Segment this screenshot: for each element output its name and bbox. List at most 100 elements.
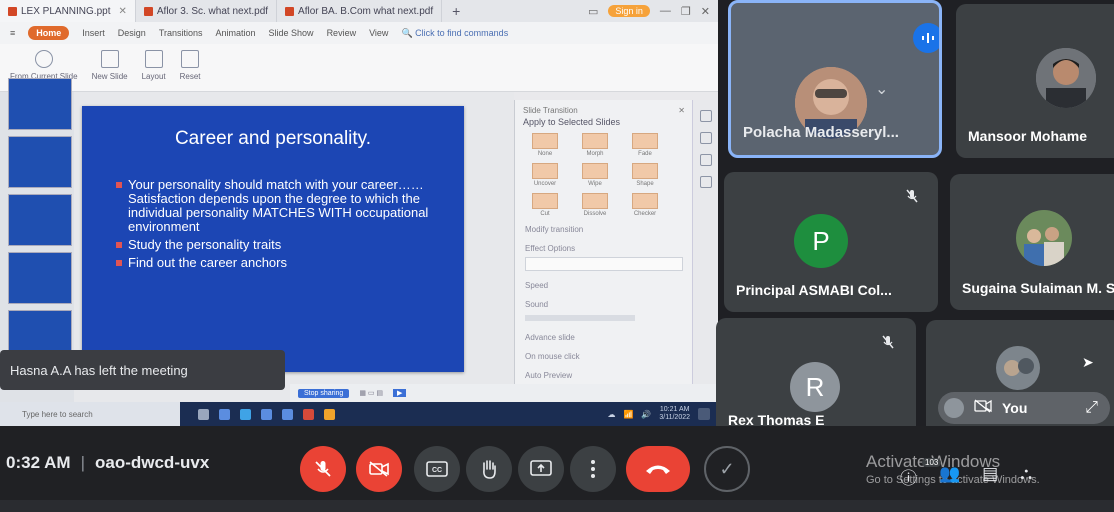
effect-options-label: Effect Options	[525, 244, 576, 253]
sign-in-button[interactable]: Sign in	[608, 5, 650, 17]
advance-slide-label: Advance slide	[525, 333, 575, 342]
participant-tile-sugaina[interactable]: Sugaina Sulaiman M. S	[950, 174, 1114, 310]
participant-tile-rex[interactable]: R Rex Thomas E	[716, 318, 916, 438]
slide-bullet: Your personality should match with your …	[116, 178, 461, 234]
participant-avatar: R	[790, 362, 840, 412]
add-tab-button[interactable]: +	[442, 3, 470, 19]
camera-toggle-button[interactable]	[356, 446, 402, 492]
participant-tile-polacha[interactable]: ⌄ Polacha Madasseryl...	[728, 0, 942, 158]
info-icon[interactable]: ⓘ	[900, 464, 917, 489]
notification-icon[interactable]	[698, 408, 710, 420]
expand-icon[interactable]: ⤢	[1085, 399, 1098, 417]
activities-icon[interactable]: ⛬	[1020, 464, 1032, 489]
camera-off-icon[interactable]	[974, 398, 992, 418]
effect-dissolve[interactable]: Dissolve	[575, 193, 615, 217]
view-icons[interactable]: ▦ ▭ ▤	[359, 389, 383, 397]
taskbar-edge	[0, 500, 1114, 512]
chat-icon[interactable]: ▤	[982, 464, 998, 489]
participant-tile-principal[interactable]: P Principal ASMABI Col...	[724, 172, 938, 312]
slide-thumbnail[interactable]	[8, 78, 72, 130]
ribbon-tab-transitions[interactable]: Transitions	[159, 28, 203, 38]
file-explorer-icon[interactable]	[219, 408, 230, 420]
volume-icon[interactable]: 🔊	[641, 410, 651, 419]
store-icon[interactable]	[261, 408, 272, 420]
stop-sharing-button[interactable]: Stop sharing	[298, 388, 350, 398]
close-icon[interactable]: ✕	[118, 6, 126, 17]
close-window-button[interactable]: ✕	[701, 5, 710, 18]
menu-icon[interactable]: ≡	[10, 28, 15, 38]
cloud-icon[interactable]: ☁	[607, 410, 615, 419]
effect-checker[interactable]: Checker	[625, 193, 665, 217]
slide-thumbnail[interactable]	[8, 252, 72, 304]
effect-shape[interactable]: Shape	[625, 163, 665, 187]
transition-effects: None Morph Fade Uncover Wipe Shape Cut D…	[515, 133, 693, 217]
ribbon-tab-review[interactable]: Review	[327, 28, 357, 38]
ribbon-tab-home[interactable]: Home	[28, 26, 70, 40]
wifi-icon[interactable]: 📶	[623, 410, 633, 419]
minimize-button[interactable]: —	[660, 5, 671, 17]
reset-button[interactable]: Reset	[180, 50, 201, 81]
on-mouse-click-checkbox[interactable]: On mouse click	[515, 344, 693, 363]
transition-icon[interactable]	[700, 110, 712, 122]
chrome-icon[interactable]	[324, 408, 335, 420]
status-bar: Stop sharing ▦ ▭ ▤ ▶	[290, 384, 718, 402]
raise-hand-button[interactable]	[466, 446, 512, 492]
doc-tab-bsc-pdf[interactable]: Aflor 3. Sc. what next.pdf	[136, 0, 278, 22]
self-name: You	[1002, 400, 1028, 416]
slide-thumbnail[interactable]	[8, 136, 72, 188]
taskbar-search[interactable]: Type here to search	[0, 402, 180, 426]
settings-icon[interactable]	[700, 176, 712, 188]
close-icon[interactable]: ✕	[678, 106, 685, 115]
present-screen-button[interactable]	[518, 446, 564, 492]
edge-icon[interactable]	[240, 408, 251, 420]
effect-fade[interactable]: Fade	[625, 133, 665, 157]
mic-toggle-button[interactable]	[300, 446, 346, 492]
new-slide-button[interactable]: New Slide	[92, 50, 128, 81]
mail-icon[interactable]	[282, 408, 293, 420]
animation-icon[interactable]	[700, 132, 712, 144]
current-slide[interactable]: Career and personality. Your personality…	[82, 106, 464, 372]
effect-morph[interactable]: Morph	[575, 133, 615, 157]
format-icon[interactable]	[700, 154, 712, 166]
participant-avatar: P	[794, 214, 848, 268]
layout-icon[interactable]: ▭	[588, 5, 598, 18]
participant-tile-mansoor[interactable]: Mansoor Mohame	[956, 4, 1114, 158]
ribbon-tab-design[interactable]: Design	[118, 28, 146, 38]
auto-preview-checkbox[interactable]: Auto Preview	[515, 363, 693, 382]
ribbon-tab-insert[interactable]: Insert	[82, 28, 105, 38]
taskbar-clock[interactable]: 10:21 AM 3/11/2022	[659, 406, 690, 422]
maximize-button[interactable]: ❐	[681, 5, 691, 18]
command-search[interactable]: 🔍 Click to find commands	[401, 28, 508, 39]
captions-button[interactable]: CC	[414, 446, 460, 492]
effect-none[interactable]: None	[525, 133, 565, 157]
doc-tab-bcom-pdf[interactable]: Aflor BA. B.Com what next.pdf	[277, 0, 443, 22]
participant-tile-you[interactable]: ➤ You ⤢	[926, 320, 1114, 436]
from-current-slide-button[interactable]: From Current Slide	[10, 50, 78, 81]
effect-wipe[interactable]: Wipe	[575, 163, 615, 187]
ribbon-toolbar: From Current Slide New Slide Layout Rese…	[0, 44, 718, 92]
layout-button[interactable]: Layout	[142, 50, 166, 81]
people-icon[interactable]: 👥	[939, 464, 960, 489]
task-view-icon[interactable]	[198, 408, 209, 420]
slideshow-icon[interactable]: ▶	[393, 389, 407, 397]
effect-options-select[interactable]	[525, 257, 683, 271]
participant-avatar	[1016, 210, 1072, 266]
more-vert-icon	[591, 460, 595, 478]
participant-name: Mansoor Mohame	[968, 128, 1088, 144]
slide-bullet: Find out the career anchors	[116, 256, 461, 270]
effect-uncover[interactable]: Uncover	[525, 163, 565, 187]
svg-text:CC: CC	[432, 467, 442, 474]
more-options-button[interactable]	[570, 446, 616, 492]
activity-check-button[interactable]: ✓	[704, 446, 750, 492]
participant-avatar	[996, 346, 1040, 390]
slide-thumbnail[interactable]	[8, 194, 72, 246]
leave-call-button[interactable]	[626, 446, 690, 492]
ribbon-tab-animation[interactable]: Animation	[216, 28, 256, 38]
ribbon-tab-slideshow[interactable]: Slide Show	[269, 28, 314, 38]
meeting-time: 0:32 AM	[6, 453, 71, 472]
ribbon-tab-view[interactable]: View	[369, 28, 388, 38]
slide-bullet: Study the personality traits	[116, 238, 461, 252]
doc-tab-lex-planning[interactable]: LEX PLANNING.ppt ✕	[0, 0, 136, 22]
powerpoint-app-icon[interactable]	[303, 408, 314, 420]
effect-cut[interactable]: Cut	[525, 193, 565, 217]
